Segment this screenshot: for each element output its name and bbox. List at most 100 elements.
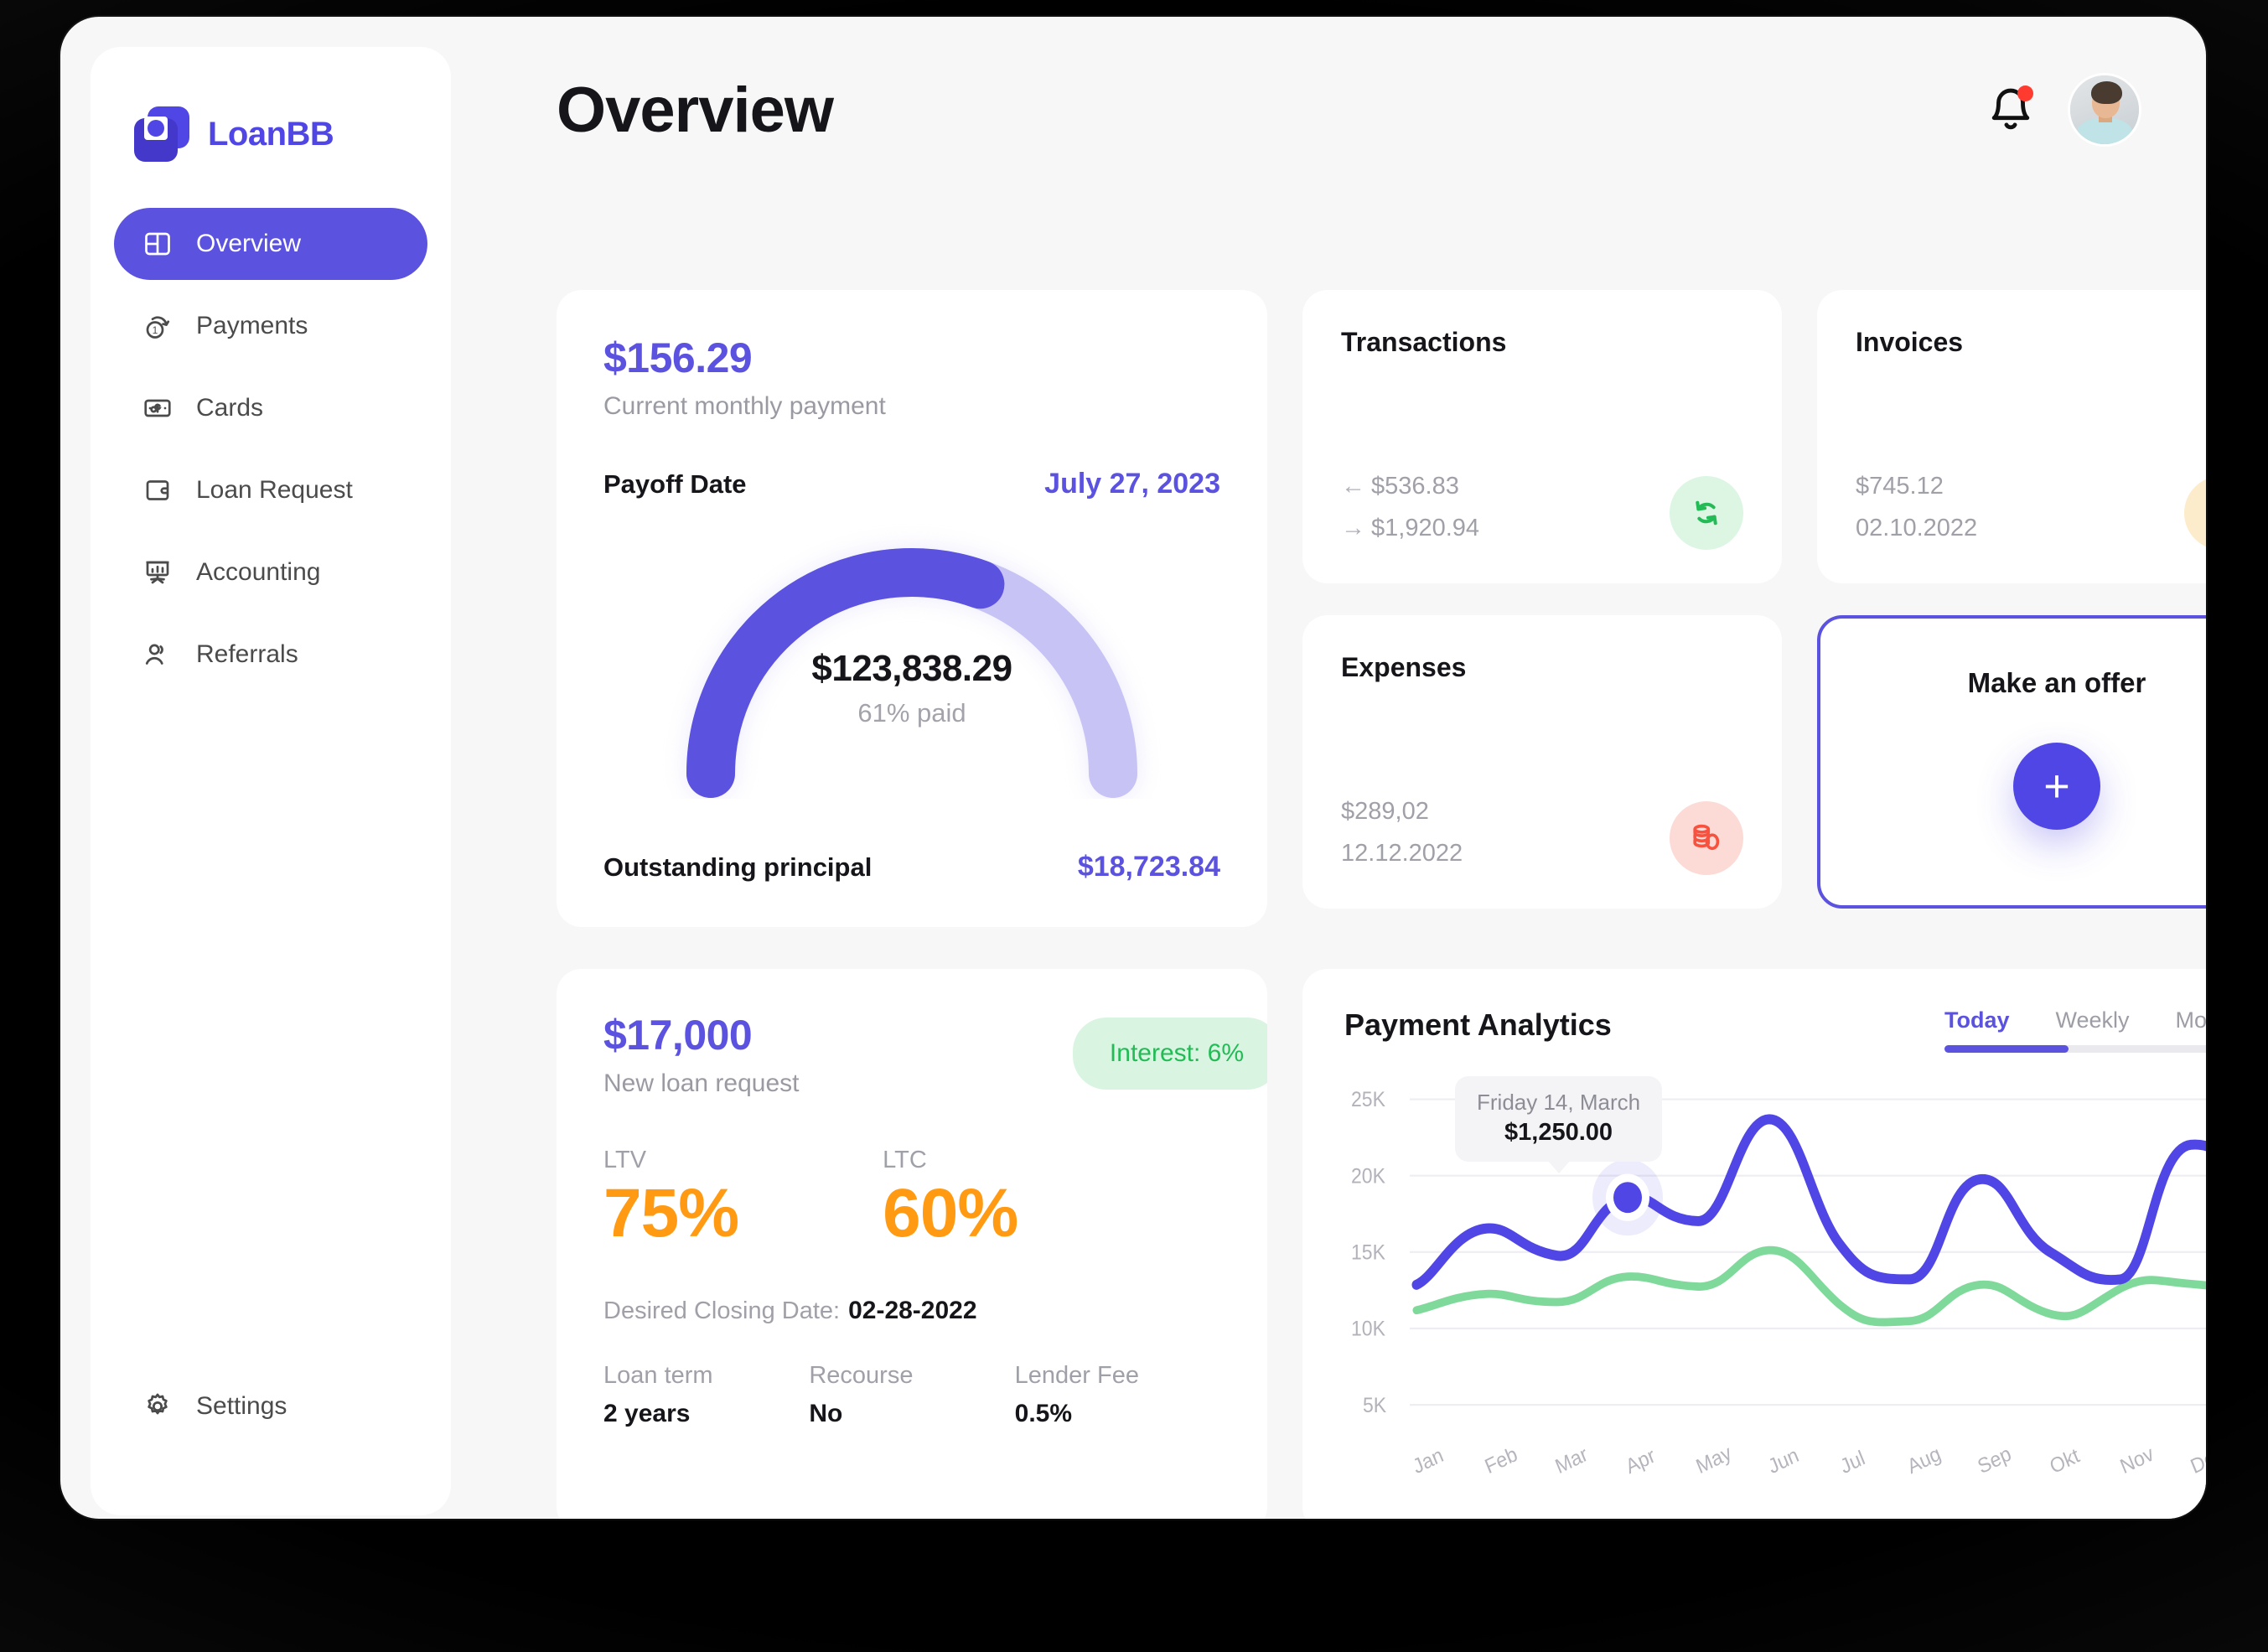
- page-title: Overview: [557, 74, 834, 146]
- device-bezel: LoanBB Overview 1 Payments Cards Loan Re…: [0, 0, 2268, 1652]
- outstanding-principal-value: $18,723.84: [1077, 851, 1220, 883]
- sidebar-item-label: Payments: [196, 312, 308, 339]
- wallet-icon: [141, 474, 174, 507]
- users-icon: [141, 638, 174, 671]
- sidebar-item-referrals[interactable]: Referrals: [114, 619, 427, 691]
- sidebar-item-payments[interactable]: 1 Payments: [114, 290, 427, 362]
- sidebar-item-label: Settings: [196, 1392, 287, 1420]
- loan-request-amount: $17,000: [603, 1012, 753, 1059]
- invoices-amount: $745.12: [1856, 473, 1944, 500]
- ltv-value: 75%: [603, 1175, 739, 1251]
- avatar[interactable]: [2070, 75, 2139, 144]
- ltc-label: LTC: [883, 1147, 927, 1173]
- invoices-date: 02.10.2022: [1856, 515, 1978, 542]
- gauge-paid-percent: 61% paid: [857, 698, 966, 728]
- make-an-offer-card[interactable]: Make an offer +: [1817, 615, 2206, 909]
- ltv-label: LTV: [603, 1147, 647, 1173]
- svg-text:25K: 25K: [1351, 1088, 1385, 1111]
- tab-today[interactable]: Today: [1944, 1007, 2010, 1033]
- interest-badge: Interest: 6%: [1072, 1018, 1267, 1090]
- dashboard-grid: $156.29 Current monthly payment Payoff D…: [479, 173, 2206, 1519]
- payoff-gauge: $123,838.29 61% paid: [652, 522, 1172, 799]
- gauge-amount: $123,838.29: [811, 648, 1012, 689]
- transactions-amounts: ← $536.83 → $1,920.94: [1341, 466, 1479, 550]
- invoices-title: Invoices: [1856, 327, 1964, 357]
- layout-dashboard-icon: [141, 227, 174, 261]
- topbar-actions: [1986, 75, 2139, 144]
- loanbb-logo-icon: [134, 106, 189, 162]
- transactions-incoming-row: ← $536.83: [1341, 466, 1479, 508]
- chart-x-ticks: Jan Feb Mar Apr May Jun Jul Aug Sep Okt: [1410, 1441, 2206, 1479]
- sidebar-item-cards[interactable]: Cards: [114, 372, 427, 444]
- svg-text:10K: 10K: [1351, 1318, 1385, 1341]
- svg-text:Mar: Mar: [1552, 1442, 1592, 1479]
- bell-icon: [1986, 88, 2035, 137]
- sidebar: LoanBB Overview 1 Payments Cards Loan Re…: [91, 47, 451, 1515]
- topbar: Overview: [479, 47, 2176, 173]
- main-content: Overview $156.29 Current monthly payment…: [479, 47, 2206, 1519]
- tab-monthly[interactable]: Monthly: [2175, 1007, 2206, 1033]
- lender-fee-block: Lender Fee 0.5%: [1015, 1362, 1220, 1428]
- loan-terms-row: Loan term 2 years Recourse No Lender Fee…: [603, 1362, 1220, 1428]
- tab-weekly[interactable]: Weekly: [2055, 1007, 2129, 1033]
- ltc-block: LTC 60%: [883, 1147, 1018, 1251]
- ltc-value: 60%: [883, 1175, 1018, 1251]
- outstanding-principal-label: Outstanding principal: [603, 852, 873, 882]
- notifications-button[interactable]: [1986, 85, 2035, 134]
- app-window: LoanBB Overview 1 Payments Cards Loan Re…: [60, 17, 2206, 1519]
- analytics-chart: 25K 20K 15K 10K 5K Jan Feb Mar Apr May J…: [1344, 1076, 2206, 1510]
- payment-analytics-card: Payment Analytics Today Weekly Monthly: [1302, 969, 2206, 1519]
- svg-text:Okt: Okt: [2047, 1444, 2083, 1479]
- desired-closing-date-row: Desired Closing Date: 02-28-2022: [603, 1297, 1220, 1325]
- sidebar-item-accounting[interactable]: Accounting: [114, 536, 427, 608]
- gauge-center-labels: $123,838.29 61% paid: [652, 648, 1172, 728]
- gear-icon: [141, 1390, 174, 1423]
- chart-tooltip: Friday 14, March $1,250.00: [1455, 1076, 1663, 1173]
- desired-closing-date-label: Desired Closing Date:: [603, 1297, 841, 1324]
- expenses-amount: $289,02: [1341, 798, 1429, 826]
- analytics-tab-track: [1944, 1045, 2206, 1053]
- arrow-right-icon: →: [1341, 515, 1365, 542]
- coins-stack-icon: [1670, 801, 1743, 875]
- loan-summary-card: $156.29 Current monthly payment Payoff D…: [557, 290, 1267, 927]
- brand: LoanBB: [91, 96, 451, 173]
- monthly-payment-label: Current monthly payment: [603, 392, 886, 420]
- sidebar-item-loan-request[interactable]: Loan Request: [114, 454, 427, 526]
- chart-y-ticks: 25K 20K 15K 10K 5K: [1351, 1088, 1386, 1417]
- recourse-block: Recourse No: [809, 1362, 1014, 1428]
- loan-request-amount-block: $17,000 New loan request: [603, 1011, 799, 1098]
- add-offer-button[interactable]: +: [2013, 743, 2100, 830]
- transactions-outgoing-amount: $1,920.94: [1371, 515, 1480, 542]
- plus-icon: +: [2043, 761, 2070, 811]
- expenses-details: $289,02 12.12.2022: [1341, 791, 1463, 875]
- loan-term-block: Loan term 2 years: [603, 1362, 809, 1428]
- svg-text:Apr: Apr: [1623, 1444, 1659, 1479]
- loan-term-value: 2 years: [603, 1400, 691, 1427]
- coin-refresh-icon: 1: [141, 309, 174, 343]
- expenses-body: $289,02 12.12.2022: [1341, 791, 1743, 875]
- invoices-body: $745.12 02.10.2022: [1856, 466, 2206, 550]
- outstanding-principal-row: Outstanding principal $18,723.84: [603, 851, 1220, 883]
- make-an-offer-title: Make an offer: [1967, 667, 2146, 698]
- refresh-sync-icon: [1670, 476, 1743, 550]
- recourse-value: No: [809, 1400, 843, 1427]
- money-card-icon: [141, 391, 174, 425]
- analytics-tabs: Today Weekly Monthly: [1944, 1007, 2206, 1053]
- sidebar-item-overview[interactable]: Overview: [114, 208, 427, 280]
- transactions-title: Transactions: [1341, 327, 1507, 357]
- transactions-card[interactable]: Transactions ← $536.83 → $1,920.94: [1302, 290, 1782, 583]
- sidebar-item-settings[interactable]: Settings: [114, 1373, 427, 1440]
- lender-fee-label: Lender Fee: [1014, 1362, 1139, 1389]
- svg-text:Jun: Jun: [1765, 1443, 1802, 1479]
- transactions-incoming-amount: $536.83: [1371, 473, 1459, 500]
- svg-text:Jul: Jul: [1837, 1447, 1868, 1479]
- svg-text:20K: 20K: [1351, 1165, 1385, 1189]
- desired-closing-date-value: 02-28-2022: [848, 1297, 977, 1324]
- svg-text:Dec: Dec: [2188, 1442, 2206, 1479]
- svg-text:May: May: [1693, 1441, 1735, 1479]
- expenses-card[interactable]: Expenses $289,02 12.12.2022: [1302, 615, 1782, 909]
- invoices-card[interactable]: Invoices $745.12 02.10.2022: [1817, 290, 2206, 583]
- monthly-payment-amount: $156.29: [603, 334, 753, 381]
- lender-fee-value: 0.5%: [1014, 1400, 1073, 1427]
- loan-term-label: Loan term: [603, 1362, 713, 1389]
